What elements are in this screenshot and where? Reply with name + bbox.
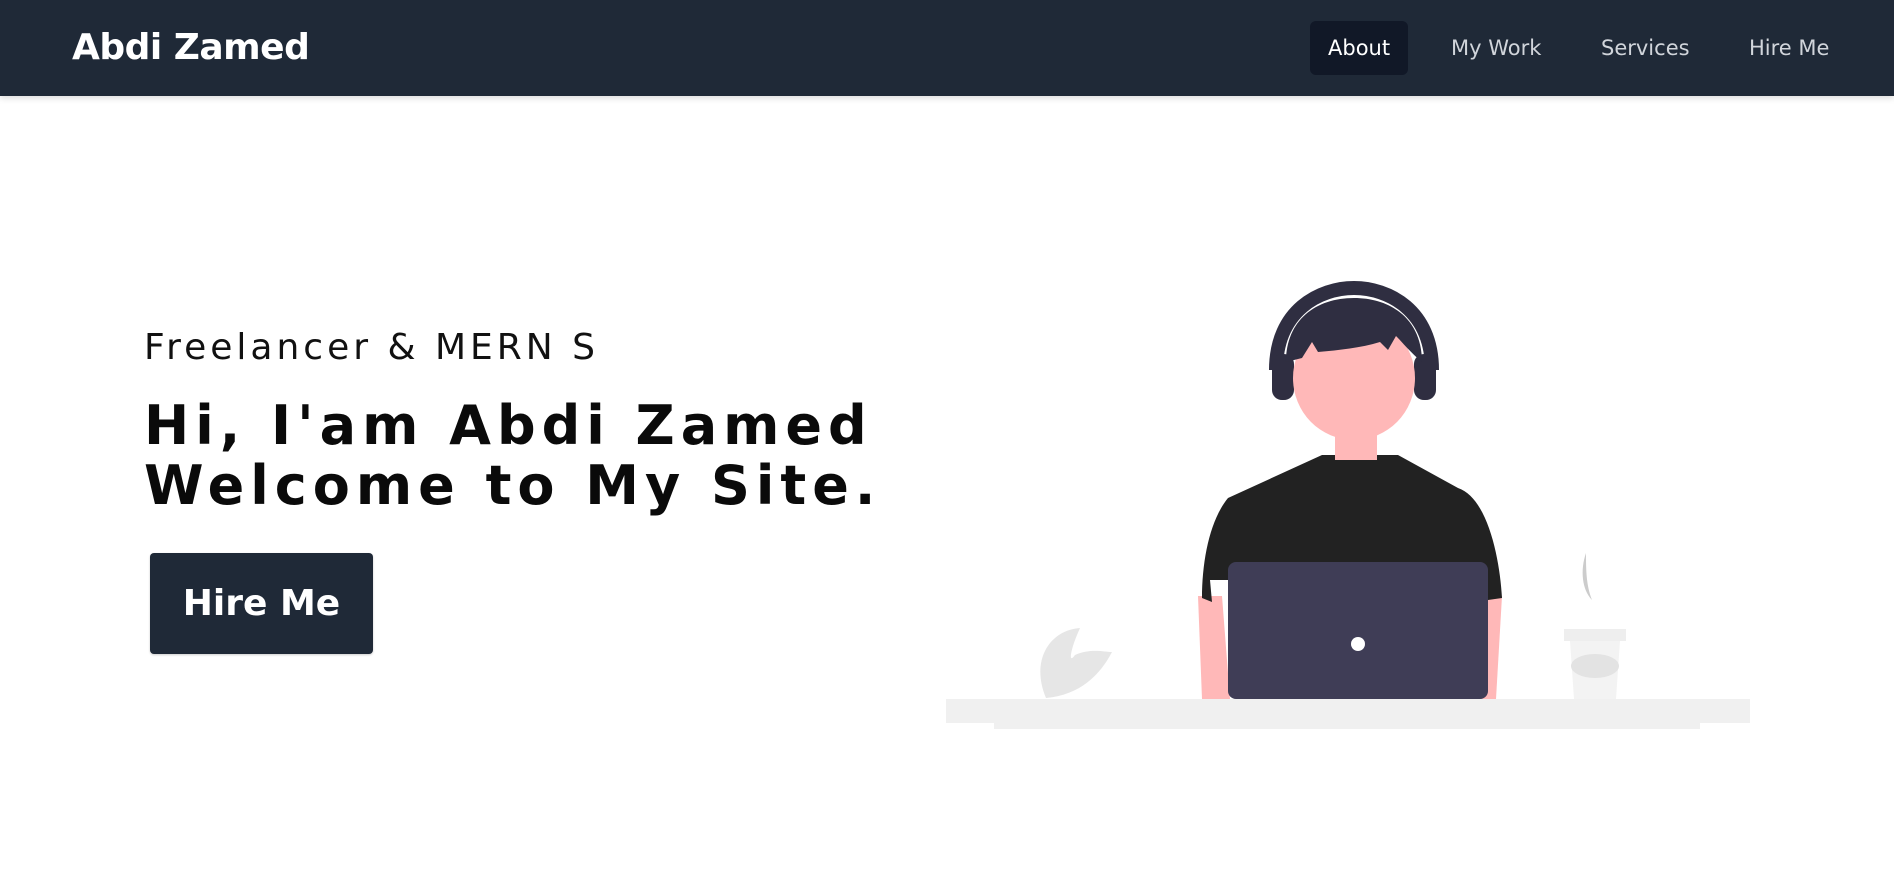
steam-icon: [1582, 553, 1592, 600]
cup-lid: [1564, 629, 1626, 641]
laptop-logo-icon: [1351, 637, 1365, 651]
hero-headline-line1: Hi, I'am Abdi Zamed: [144, 394, 873, 457]
nav-item-my-work[interactable]: My Work: [1433, 21, 1559, 75]
brand-logo-text[interactable]: Abdi Zamed: [72, 26, 310, 70]
plant-leaf-icon: [1040, 628, 1112, 698]
left-arm: [1198, 596, 1230, 699]
headphone-right-icon: [1414, 354, 1436, 400]
hero-headline-line2: Welcome to My Site.: [144, 454, 882, 517]
hero-text-block: Freelancer & MERN S Hi, I'am Abdi Zamed …: [144, 320, 881, 516]
person-at-laptop-illustration: [946, 280, 1750, 729]
hire-me-button[interactable]: Hire Me: [150, 553, 373, 654]
nav-item-services[interactable]: Services: [1583, 21, 1708, 75]
desk-edge: [994, 723, 1700, 729]
nav-item-about[interactable]: About: [1310, 21, 1409, 75]
headphone-left-icon: [1272, 354, 1294, 400]
laptop-icon: [1228, 562, 1488, 699]
hero-headline: Hi, I'am Abdi Zamed Welcome to My Site.: [144, 396, 881, 516]
cup-sleeve: [1571, 654, 1619, 678]
top-navbar: Abdi Zamed About My Work Services Hire M…: [0, 0, 1894, 96]
hero-subtitle: Freelancer & MERN S: [144, 327, 600, 368]
desk-top: [946, 699, 1750, 723]
nav-item-hire-me[interactable]: Hire Me: [1731, 21, 1847, 75]
